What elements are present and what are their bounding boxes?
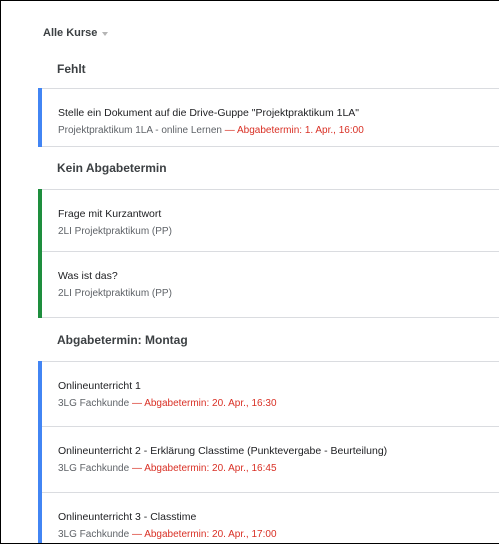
course-name: 2LI Projektpraktikum (PP) (58, 288, 172, 299)
assignment-item[interactable]: Onlineunterricht 2 - Erklärung Classtime… (38, 426, 499, 493)
assignment-list: Fehlt Stelle ein Dokument auf die Drive-… (38, 49, 499, 543)
due-date: Abgabetermin: 1. Apr., 16:00 (237, 125, 364, 136)
section-heading-no-due: Kein Abgabetermin (57, 161, 167, 175)
due-separator: — (221, 125, 237, 136)
assignment-meta: 2LI Projektpraktikum (PP) (58, 287, 499, 301)
assignment-title: Stelle ein Dokument auf die Drive-Guppe … (58, 107, 360, 119)
item-color-bar (38, 426, 42, 493)
todo-list-panel: Alle Kurse Fehlt Stelle ein Dokument auf… (0, 0, 499, 544)
item-color-bar (38, 189, 42, 252)
assignment-item[interactable]: Onlineunterricht 3 - Classtime 3LG Fachk… (38, 492, 499, 543)
course-filter-label: Alle Kurse (43, 27, 98, 39)
assignment-item[interactable]: Onlineunterricht 1 3LG Fachkunde — Abgab… (38, 361, 499, 427)
assignment-meta: 3LG Fachkunde — Abgabetermin: 20. Apr., … (58, 528, 499, 542)
item-color-bar (38, 251, 42, 318)
course-name: 3LG Fachkunde (58, 463, 130, 474)
assignment-meta: 2LI Projektpraktikum (PP) (58, 225, 499, 239)
section-heading-monday: Abgabetermin: Montag (57, 332, 188, 347)
assignment-meta: 3LG Fachkunde — Abgabetermin: 20. Apr., … (58, 397, 499, 411)
due-date: Abgabetermin: 20. Apr., 16:45 (144, 463, 277, 474)
due-date: Abgabetermin: 20. Apr., 17:00 (144, 529, 277, 540)
item-color-bar (38, 492, 42, 543)
assignment-title: Onlineunterricht 2 - Erklärung Classtime… (58, 445, 388, 457)
course-name: 3LG Fachkunde (58, 529, 130, 540)
course-filter-dropdown[interactable]: Alle Kurse (43, 27, 109, 39)
section-heading-missing: Fehlt (57, 61, 86, 76)
assignment-item[interactable]: Stelle ein Dokument auf die Drive-Guppe … (38, 88, 499, 147)
due-separator: — (129, 463, 145, 474)
due-separator: — (129, 529, 145, 540)
assignment-title: Was ist das? (58, 270, 118, 282)
assignment-item[interactable]: Frage mit Kurzantwort 2LI Projektpraktik… (38, 189, 499, 252)
course-name: 3LG Fachkunde (58, 398, 130, 409)
course-name: 2LI Projektpraktikum (PP) (58, 226, 172, 237)
assignment-item[interactable]: Was ist das? 2LI Projektpraktikum (PP) (38, 251, 499, 318)
item-color-bar (38, 361, 42, 427)
due-date: Abgabetermin: 20. Apr., 16:30 (144, 398, 277, 409)
course-name: Projektpraktikum 1LA - online Lernen (58, 125, 222, 136)
assignment-title: Onlineunterricht 1 (58, 380, 141, 392)
assignment-title: Onlineunterricht 3 - Classtime (58, 511, 197, 523)
caret-down-icon (102, 31, 109, 36)
assignment-meta: 3LG Fachkunde — Abgabetermin: 20. Apr., … (58, 462, 499, 476)
assignment-title: Frage mit Kurzantwort (58, 208, 162, 220)
item-color-bar (38, 88, 42, 147)
due-separator: — (129, 398, 145, 409)
assignment-meta: Projektpraktikum 1LA - online Lernen — A… (58, 124, 499, 138)
